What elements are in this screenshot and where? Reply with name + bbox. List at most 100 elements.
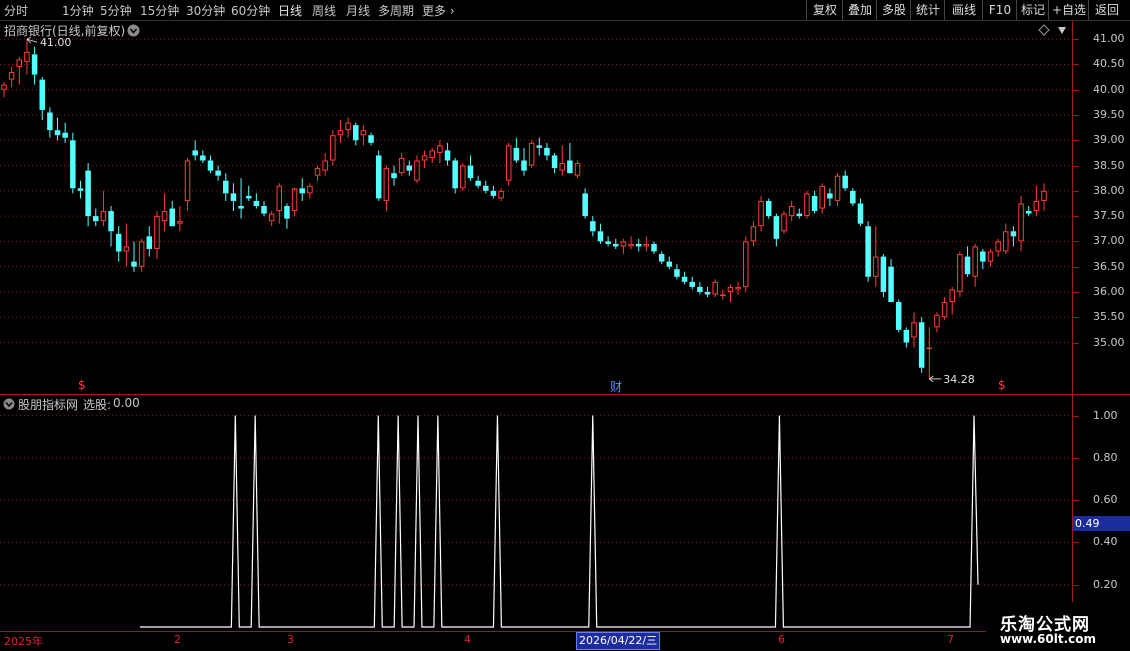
overlay-button[interactable]: 叠加 xyxy=(842,0,877,20)
period-daily[interactable]: 日线 xyxy=(278,2,302,19)
candle-body xyxy=(880,256,887,292)
candle-body xyxy=(299,188,305,194)
indicator-tick-label: 0.20 xyxy=(1093,577,1118,591)
price-tick-label: 41.00 xyxy=(1093,32,1125,46)
period-minute-line[interactable]: 分时 xyxy=(4,2,28,19)
candle xyxy=(521,147,527,176)
candle xyxy=(498,188,504,201)
price-tick-label: 36.50 xyxy=(1093,259,1125,273)
candle xyxy=(1010,226,1017,247)
candle-body xyxy=(620,241,627,247)
f10-button[interactable]: F10 xyxy=(982,0,1017,20)
dividend-marker-2[interactable]: $ xyxy=(998,378,1006,392)
back-button[interactable]: 返回 xyxy=(1088,0,1125,20)
candle-body xyxy=(215,170,221,176)
candle-body xyxy=(16,59,23,67)
signal-line xyxy=(140,415,979,628)
watermark-url: www.60lt.com xyxy=(1000,632,1097,646)
low-annotation: 34.28 xyxy=(928,373,975,386)
candle-body xyxy=(437,145,443,153)
candle xyxy=(253,193,260,209)
candlestick-panel[interactable]: 招商银行(日线,前复权) 41.00 34.28 $ 财 $ xyxy=(0,20,1072,394)
period-more[interactable]: 更多 › xyxy=(422,2,455,19)
price-tick-mark xyxy=(1073,317,1079,319)
indicator-panel[interactable]: 股朋指标网 选股: 0.00 xyxy=(0,395,1072,631)
candle xyxy=(39,77,45,121)
price-grid xyxy=(0,38,1072,343)
high-arrow xyxy=(26,36,38,44)
candle-body xyxy=(834,175,841,201)
candle xyxy=(207,155,214,174)
period-multi[interactable]: 多周期 xyxy=(378,2,414,19)
indicator-tick-mark xyxy=(1073,584,1079,586)
period-1min[interactable]: 1分钟 xyxy=(62,2,94,19)
candle xyxy=(758,195,764,232)
candle xyxy=(727,284,734,303)
period-60min[interactable]: 60分钟 xyxy=(231,2,270,19)
candle xyxy=(574,160,581,179)
finance-marker[interactable]: 财 xyxy=(610,378,622,395)
candle xyxy=(842,170,848,191)
add-favorite-button[interactable]: +自选 xyxy=(1048,0,1089,20)
period-weekly[interactable]: 周线 xyxy=(312,2,336,19)
candle xyxy=(559,145,565,176)
date-label-mar: 3 xyxy=(287,633,294,646)
candle-body xyxy=(658,254,665,262)
candle-body xyxy=(452,160,458,189)
price-tick-mark xyxy=(1073,140,1079,142)
watermark: 乐淘公式网 www.60lt.com xyxy=(986,602,1130,650)
candle xyxy=(773,213,780,247)
candle xyxy=(819,183,825,214)
candle-body xyxy=(758,200,764,227)
price-tick-mark xyxy=(1073,89,1079,91)
candle-body xyxy=(123,246,130,252)
candle-body xyxy=(368,135,374,143)
dividend-marker-1[interactable]: $ xyxy=(78,378,86,392)
candle-body xyxy=(146,236,153,249)
candle-body xyxy=(291,188,298,212)
candle xyxy=(857,198,864,227)
adjust-button[interactable]: 复权 xyxy=(806,0,843,20)
candle xyxy=(605,236,611,247)
draw-line-button[interactable]: 画线 xyxy=(944,0,983,20)
period-15min[interactable]: 15分钟 xyxy=(140,2,179,19)
candle xyxy=(215,165,221,181)
candle-body xyxy=(460,165,466,189)
period-5min[interactable]: 5分钟 xyxy=(100,2,132,19)
candle xyxy=(528,140,535,169)
candle-body xyxy=(873,256,879,277)
candle xyxy=(131,241,137,272)
candle-body xyxy=(70,140,76,189)
candle xyxy=(934,312,940,333)
candle xyxy=(972,243,978,287)
candle-body xyxy=(918,322,925,368)
candle xyxy=(1033,185,1040,217)
candle xyxy=(1025,206,1032,217)
candle-body xyxy=(200,155,206,161)
multi-stock-button[interactable]: 多股 xyxy=(876,0,911,20)
candle xyxy=(987,248,994,267)
candle-body xyxy=(154,216,160,249)
period-30min[interactable]: 30分钟 xyxy=(186,2,225,19)
candle-body xyxy=(268,213,275,222)
price-tick-label: 35.00 xyxy=(1093,335,1125,349)
candle xyxy=(47,107,53,138)
candle-body xyxy=(643,243,650,247)
mark-button[interactable]: 标记 xyxy=(1016,0,1049,20)
candle-body xyxy=(559,163,565,171)
price-tick-mark xyxy=(1073,190,1079,192)
candle xyxy=(375,150,382,201)
candle-body xyxy=(941,302,948,318)
candle xyxy=(414,155,420,184)
candle-body xyxy=(972,246,978,277)
stats-button[interactable]: 统计 xyxy=(910,0,945,20)
candle xyxy=(276,183,283,224)
candle xyxy=(322,152,328,176)
period-monthly[interactable]: 月线 xyxy=(346,2,370,19)
candle-body xyxy=(31,54,38,75)
candle-body xyxy=(207,160,214,171)
low-arrow xyxy=(928,375,942,383)
indicator-grid xyxy=(0,415,1072,586)
candle-body xyxy=(62,132,68,138)
candle-body xyxy=(903,329,910,343)
